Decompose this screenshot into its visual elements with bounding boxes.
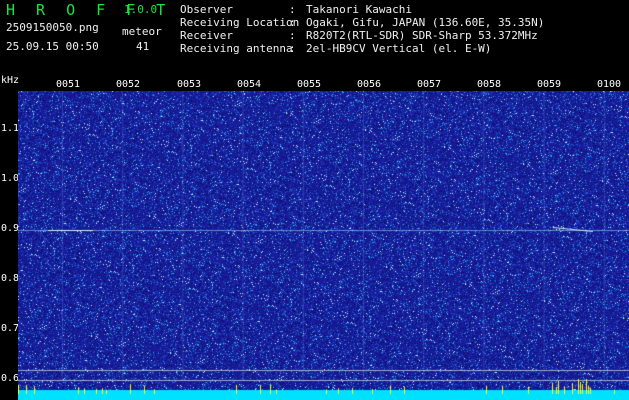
observer-value: Takanori Kawachi (306, 3, 412, 16)
spectrogram-canvas (18, 91, 629, 400)
minute-label: 0051 (56, 79, 81, 90)
frequency-unit-label: kHz (1, 75, 20, 86)
app-version: 1.0.0 (124, 3, 158, 16)
observer-sep: : (289, 3, 296, 16)
frequency-label: 0.9 (1, 223, 20, 234)
minute-label: 0055 (297, 79, 322, 90)
antenna-label: Receiving antenna (180, 42, 293, 55)
frequency-label: 0.6 (1, 373, 20, 384)
location-value: Ogaki, Gifu, JAPAN (136.60E, 35.35N) (306, 16, 545, 29)
minute-label: 0058 (477, 79, 502, 90)
frequency-label: 1.1 (1, 123, 20, 134)
minute-label: 0052 (116, 79, 141, 90)
minute-label: 0059 (537, 79, 562, 90)
minute-label: 0100 (597, 79, 622, 90)
frequency-label: 1.0 (1, 173, 20, 184)
minute-label: 0056 (357, 79, 382, 90)
file-name: 2509150050.png (6, 21, 99, 34)
antenna-value: 2el-HB9CV Vertical (el. E-W) (306, 42, 492, 55)
date-time: 25.09.15 00:50 (6, 40, 99, 53)
receiver-value: R820T2(RTL-SDR) SDR-Sharp 53.372MHz (306, 29, 538, 42)
location-label: Receiving Location (180, 16, 300, 29)
minute-label: 0057 (417, 79, 442, 90)
location-sep: : (289, 16, 296, 29)
meteor-count: 41 (136, 40, 150, 53)
receiver-sep: : (289, 29, 296, 42)
frequency-label: 0.7 (1, 323, 20, 334)
observer-label: Observer (180, 3, 233, 16)
meteor-label: meteor (122, 25, 162, 38)
frequency-label: 0.8 (1, 273, 20, 284)
minute-label: 0054 (237, 79, 262, 90)
antenna-sep: : (289, 42, 296, 55)
header-panel: H R O F F T 1.0.0 2509150050.png 25.09.1… (0, 0, 629, 76)
minute-label: 0053 (177, 79, 202, 90)
receiver-label: Receiver (180, 29, 233, 42)
